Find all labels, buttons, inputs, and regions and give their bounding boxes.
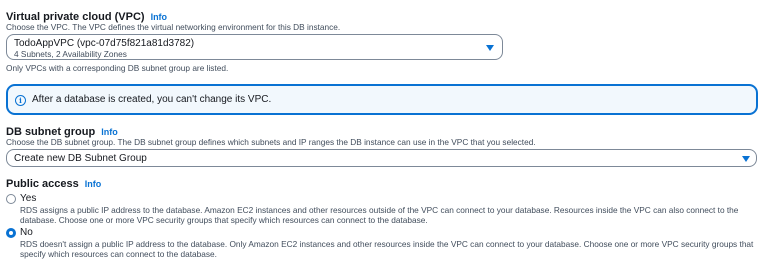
vpc-section: Virtual private cloud (VPC) Info Choose t…	[6, 0, 766, 78]
subnet-group-description: Choose the DB subnet group. The DB subne…	[6, 137, 536, 147]
vpc-description: Choose the VPC. The VPC defines the virt…	[6, 22, 341, 32]
radio-label-no: No	[20, 227, 33, 238]
vpc-select-value: TodoAppVPC (vpc-07d75f821a81d3782)	[14, 38, 195, 49]
public-access-option-yes[interactable]: Yes RDS assigns a public IP address to t…	[6, 192, 766, 225]
subnet-group-select-value: Create new DB Subnet Group	[14, 153, 147, 164]
radio-button-yes[interactable]	[6, 194, 16, 204]
vpc-immutable-alert: i After a database is created, you can't…	[6, 84, 758, 115]
radio-description-yes: RDS assigns a public IP address to the d…	[20, 205, 739, 225]
public-access-label-row: Public access Info	[6, 178, 101, 190]
vpc-hint: Only VPCs with a corresponding DB subnet…	[6, 63, 229, 73]
radio-label-yes: Yes	[20, 193, 37, 204]
radio-button-no[interactable]	[6, 228, 16, 238]
public-access-section: Public access Info Yes RDS assigns a publ…	[6, 176, 766, 268]
vpc-info-link[interactable]: Info	[151, 12, 168, 22]
subnet-group-select[interactable]: Create new DB Subnet Group	[6, 149, 757, 167]
subnet-group-info-link[interactable]: Info	[101, 127, 118, 137]
public-access-label: Public access	[6, 178, 79, 190]
radio-description-no: RDS doesn't assign a public IP address t…	[20, 239, 754, 259]
vpc-select-detail: 4 Subnets, 2 Availability Zones	[14, 49, 127, 59]
public-access-option-no[interactable]: No RDS doesn't assign a public IP addres…	[6, 226, 766, 259]
alert-text: After a database is created, you can't c…	[32, 94, 272, 105]
chevron-down-icon	[486, 45, 494, 51]
info-circle-icon: i	[15, 95, 26, 106]
public-access-info-link[interactable]: Info	[85, 179, 102, 189]
vpc-select[interactable]: TodoAppVPC (vpc-07d75f821a81d3782) 4 Sub…	[6, 34, 503, 60]
subnet-group-section: DB subnet group Info Choose the DB subnet…	[6, 122, 766, 168]
chevron-down-icon	[742, 156, 750, 162]
